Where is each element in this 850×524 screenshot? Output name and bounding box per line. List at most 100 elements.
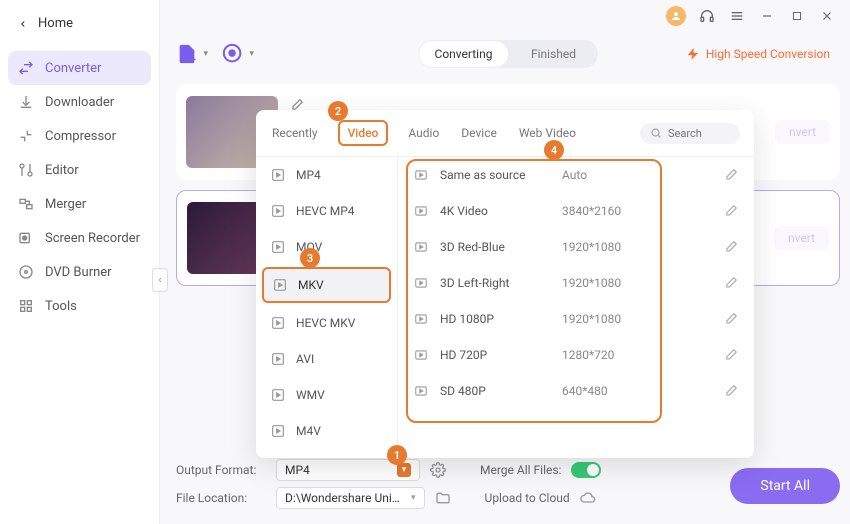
format-item-avi[interactable]: AVI: [256, 341, 397, 377]
user-avatar[interactable]: [666, 6, 686, 26]
edit-icon[interactable]: [724, 204, 738, 218]
format-item-mp4[interactable]: MP4: [256, 157, 397, 193]
format-item-label: AVI: [296, 352, 314, 366]
format-item-hevc-mkv[interactable]: HEVC MKV: [256, 305, 397, 341]
callout-4: 4: [544, 140, 564, 160]
start-all-button[interactable]: Start All: [730, 468, 840, 504]
edit-icon[interactable]: [724, 384, 738, 398]
format-item-label: MP4: [296, 168, 321, 182]
sidebar-item-label: Compressor: [45, 129, 116, 144]
file-location-select[interactable]: D:\Wondershare UniConverter 1 ▾: [276, 487, 425, 509]
seg-converting[interactable]: Converting: [419, 41, 508, 67]
sidebar-home[interactable]: Home: [0, 8, 159, 39]
file-location-value: D:\Wondershare UniConverter 1: [285, 491, 405, 505]
format-item-label: HEVC MP4: [296, 204, 355, 218]
folder-icon[interactable]: [435, 490, 451, 506]
sidebar-item-downloader[interactable]: Downloader: [0, 85, 159, 119]
callout-1: 1: [387, 445, 407, 465]
resolution-value: 640*480: [562, 384, 652, 398]
maximize-icon[interactable]: [788, 7, 806, 25]
chevron-left-icon: [18, 19, 28, 29]
sidebar-collapse-handle[interactable]: ‹: [152, 268, 168, 292]
bottom-bar: Output Format: MP4 ▾ Merge All Files: Fi…: [176, 456, 840, 512]
high-speed-label: High Speed Conversion: [706, 47, 830, 61]
resolution-name: SD 480P: [440, 384, 550, 398]
format-item-mkv[interactable]: MKV: [262, 267, 391, 303]
format-item-wmv[interactable]: WMV: [256, 377, 397, 413]
callout-3: 3: [300, 248, 320, 268]
add-url-button[interactable]: ▾: [222, 43, 244, 65]
sidebar-item-compressor[interactable]: Compressor: [0, 119, 159, 153]
tab-web-video[interactable]: Web Video: [517, 122, 578, 144]
sidebar-item-label: Screen Recorder: [45, 231, 140, 246]
add-file-button[interactable]: +▾: [176, 43, 198, 65]
edit-icon[interactable]: [724, 312, 738, 326]
status-segmented: Converting Finished: [418, 40, 598, 68]
sidebar-item-merger[interactable]: Merger: [0, 187, 159, 221]
resolution-item[interactable]: 3D Red-Blue 1920*1080: [398, 229, 754, 265]
resolution-item[interactable]: 4K Video3840*2160: [398, 193, 754, 229]
search-input[interactable]: [668, 127, 732, 140]
play-icon: [414, 312, 428, 326]
sidebar-item-editor[interactable]: Editor: [0, 153, 159, 187]
lightning-icon: [686, 47, 700, 61]
minimize-icon[interactable]: [758, 7, 776, 25]
format-item-m4v[interactable]: M4V: [256, 413, 397, 449]
sidebar-item-dvd-burner[interactable]: DVD Burner: [0, 255, 159, 289]
cloud-icon[interactable]: [580, 490, 596, 506]
merger-icon: [18, 196, 34, 212]
format-file-icon: [270, 203, 286, 219]
resolution-name: HD 720P: [440, 348, 550, 362]
resolution-value: 3840*2160: [562, 204, 652, 218]
resolution-name: 3D Red-Blue: [440, 240, 550, 254]
resolution-value: 1280*720: [562, 348, 652, 362]
format-list: MP4 HEVC MP4 MOV MKV HEVC MKV AVI WMVM4V: [256, 157, 398, 458]
tab-recently[interactable]: Recently: [270, 122, 320, 144]
tools-icon: [18, 298, 34, 314]
edit-icon[interactable]: [724, 348, 738, 362]
seg-finished-label: Finished: [531, 47, 576, 61]
resolution-value: Auto: [562, 168, 652, 182]
settings-icon[interactable]: [430, 462, 446, 478]
resolution-value: 1920*1080: [562, 240, 652, 254]
converter-icon: [18, 60, 34, 76]
popup-search[interactable]: [640, 123, 740, 144]
sidebar: Home Converter Downloader Compressor Edi…: [0, 0, 160, 524]
edit-icon[interactable]: [724, 276, 738, 290]
tab-audio[interactable]: Audio: [406, 122, 441, 144]
high-speed-button[interactable]: High Speed Conversion: [676, 43, 840, 65]
sidebar-item-screen-recorder[interactable]: Screen Recorder: [0, 221, 159, 255]
resolution-item[interactable]: 3D Left-Right1920*1080: [398, 265, 754, 301]
output-format-label: Output Format:: [176, 463, 266, 477]
format-item-mov[interactable]: MOV: [256, 229, 397, 265]
format-item-hevc-mp4[interactable]: HEVC MP4: [256, 193, 397, 229]
edit-icon[interactable]: [724, 168, 738, 182]
output-format-value: MP4: [285, 463, 310, 477]
close-icon[interactable]: [818, 7, 836, 25]
tab-video[interactable]: Video: [338, 120, 389, 146]
start-all-label: Start All: [760, 478, 810, 494]
compress-icon: [18, 128, 34, 144]
seg-finished[interactable]: Finished: [509, 40, 598, 68]
convert-label: nvert: [789, 125, 816, 139]
sidebar-item-label: Downloader: [45, 95, 114, 110]
format-file-icon: [272, 277, 288, 293]
tab-device[interactable]: Device: [459, 122, 499, 144]
merge-toggle[interactable]: [571, 462, 601, 478]
resolution-item[interactable]: Same as sourceAuto: [398, 157, 754, 193]
format-item-label: MKV: [298, 278, 324, 292]
sidebar-item-label: DVD Burner: [45, 265, 112, 280]
resolution-item[interactable]: SD 480P 640*480: [398, 373, 754, 409]
resolution-item[interactable]: HD 720P 1280*720: [398, 337, 754, 373]
convert-button-2[interactable]: nvert: [774, 226, 829, 250]
headset-icon[interactable]: [698, 7, 716, 25]
edit-icon[interactable]: [724, 240, 738, 254]
convert-button-1[interactable]: nvert: [775, 120, 830, 144]
menu-icon[interactable]: [728, 7, 746, 25]
resolution-value: 1920*1080: [562, 312, 652, 326]
format-file-icon: [270, 315, 286, 331]
sidebar-item-converter[interactable]: Converter: [8, 51, 151, 85]
sidebar-item-tools[interactable]: Tools: [0, 289, 159, 323]
resolution-item[interactable]: HD 1080P1920*1080: [398, 301, 754, 337]
convert-label: nvert: [788, 231, 815, 245]
